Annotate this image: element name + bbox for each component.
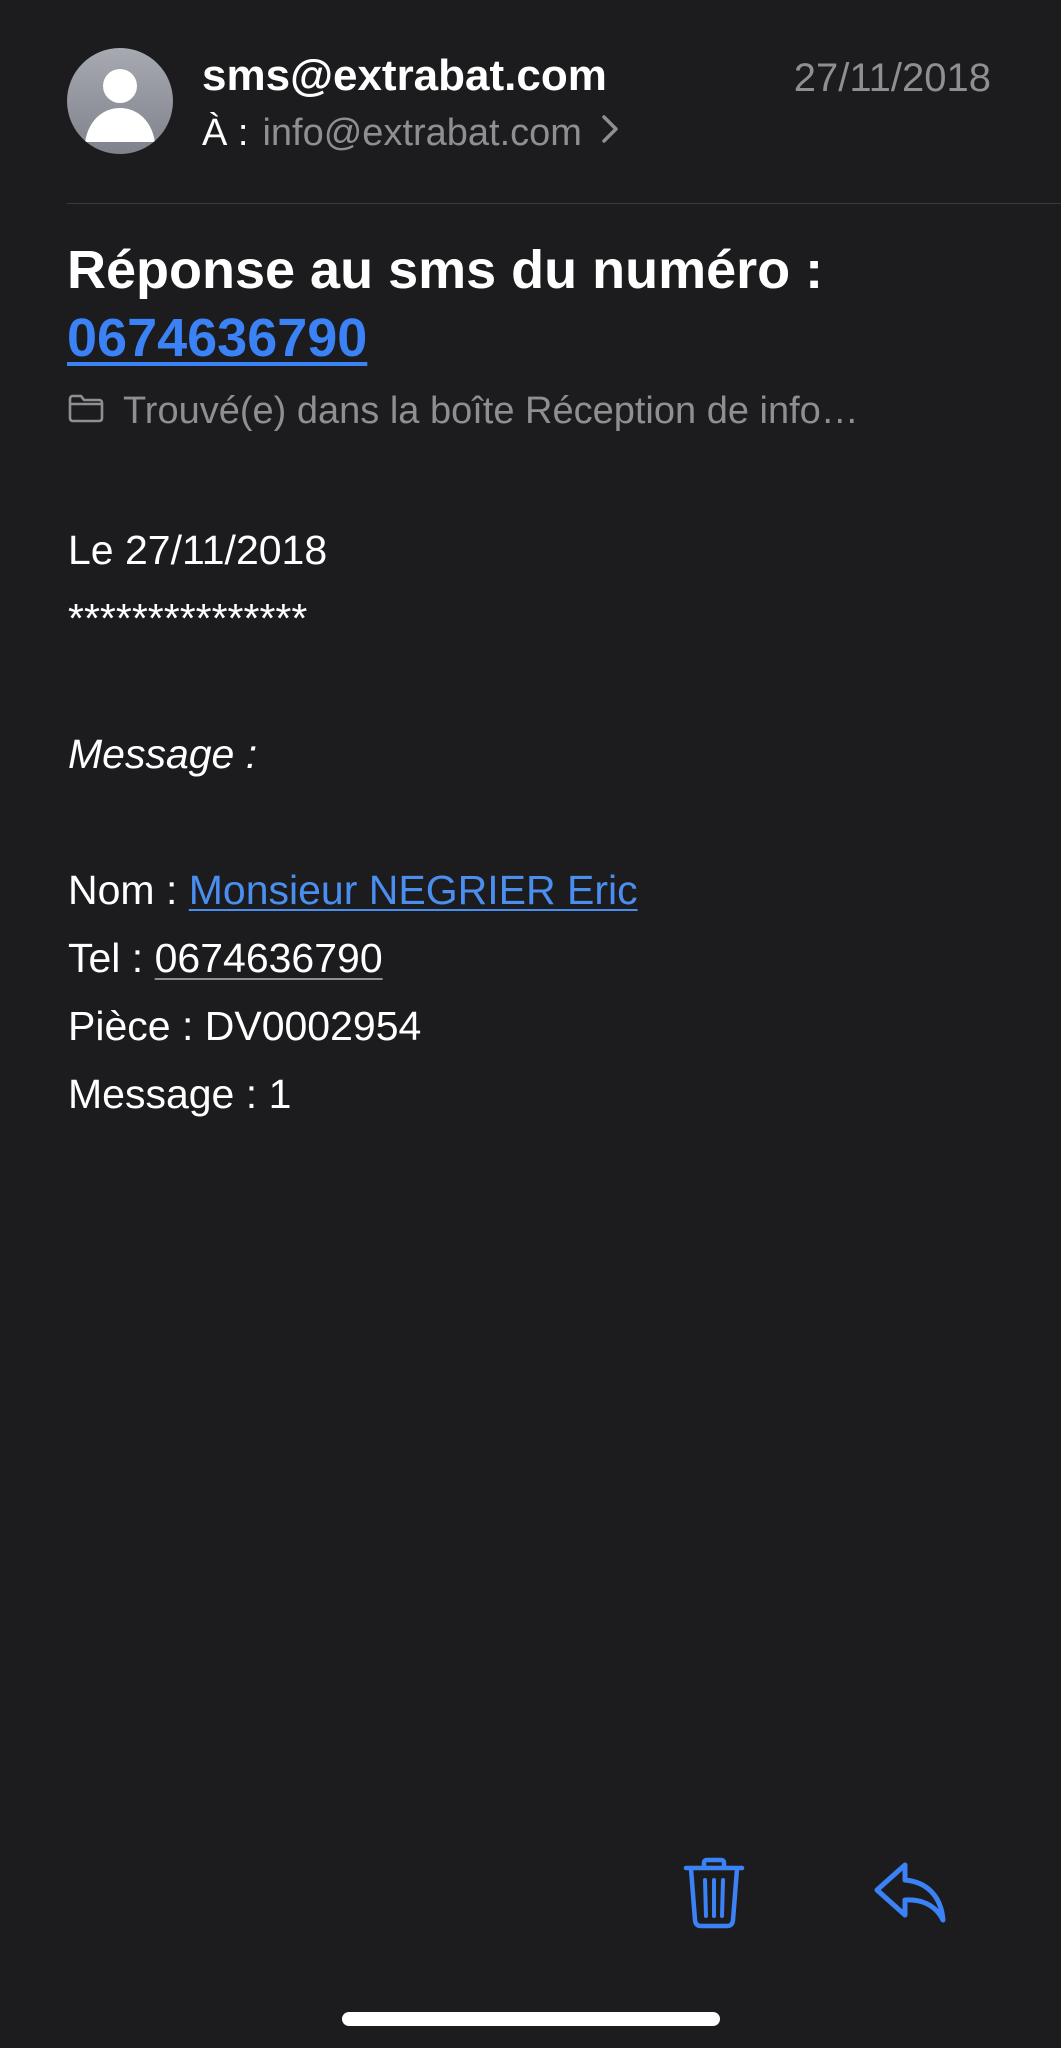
piece-value: DV0002954 (204, 1003, 422, 1049)
message-header: sms@extrabat.com 27/11/2018 À : info@ext… (0, 0, 1061, 204)
reply-button[interactable] (872, 1860, 948, 1926)
subject-title: Réponse au sms du numéro : (67, 240, 824, 300)
subject-phone-link[interactable]: 0674636790 (67, 304, 367, 372)
message-value: 1 (268, 1071, 292, 1117)
delete-button[interactable] (680, 1856, 748, 1930)
body-date-line: Le 27/11/2018 (68, 527, 328, 573)
person-icon (85, 69, 155, 142)
mail-message-view: sms@extrabat.com 27/11/2018 À : info@ext… (0, 0, 1061, 2048)
folder-icon (67, 386, 105, 436)
message-row: Message : 1 (68, 1060, 1008, 1128)
subject: Réponse au sms du numéro : 0674636790 (67, 236, 1007, 372)
home-indicator[interactable] (342, 2012, 720, 2026)
piece-row: Pièce : DV0002954 (68, 992, 1008, 1060)
body-separator: *************** (68, 595, 308, 641)
recipient-address[interactable]: info@extrabat.com (262, 108, 582, 158)
message-label: Message : (68, 1071, 258, 1117)
tel-row: Tel : 0674636790 (68, 924, 1008, 992)
message-heading: Message : (68, 731, 258, 777)
trash-icon (683, 1857, 745, 1929)
contact-name-link[interactable]: Monsieur NEGRIER Eric (189, 867, 638, 913)
phone-number-link[interactable]: 0674636790 (155, 935, 383, 981)
to-label: À : (202, 112, 249, 154)
sender-avatar[interactable] (67, 48, 173, 154)
piece-label: Pièce : (68, 1003, 194, 1049)
sender-address[interactable]: sms@extrabat.com (202, 48, 607, 104)
reply-icon (874, 1862, 946, 1923)
header-divider (67, 203, 1061, 204)
nom-label: Nom : (68, 867, 178, 913)
tel-label: Tel : (68, 935, 144, 981)
chevron-right-icon[interactable] (600, 108, 620, 158)
mailbox-text: Trouvé(e) dans la boîte Réception de inf… (123, 390, 859, 432)
mailbox-location[interactable]: Trouvé(e) dans la boîte Réception de inf… (67, 386, 859, 436)
message-date: 27/11/2018 (793, 56, 991, 100)
nom-row: Nom : Monsieur NEGRIER Eric (68, 856, 1008, 924)
recipient-line[interactable]: À : info@extrabat.com (202, 108, 620, 158)
message-body: Le 27/11/2018 *************** Message : … (68, 516, 1008, 1128)
